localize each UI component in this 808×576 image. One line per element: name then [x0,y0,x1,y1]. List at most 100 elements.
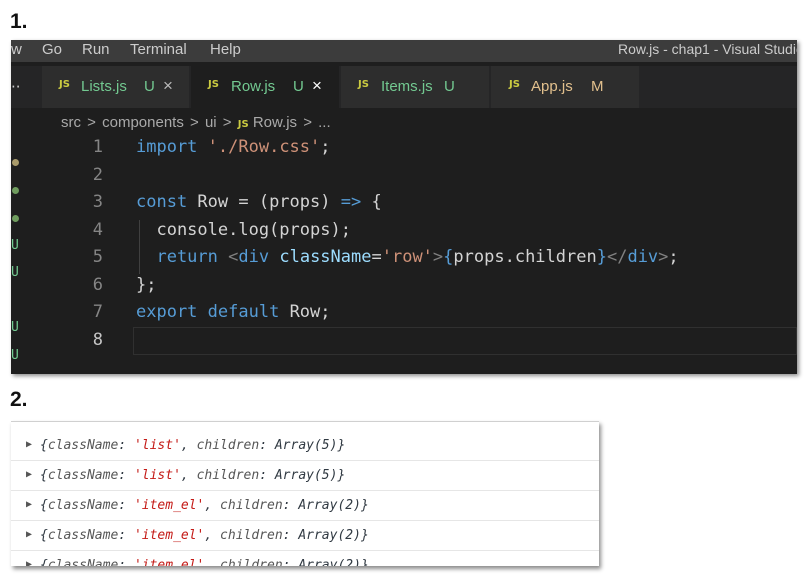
chevron-right-icon: > [87,114,96,131]
object-preview-part: 'item_el' [133,528,205,543]
object-preview-part: { [40,498,48,513]
chevron-right-icon: > [190,114,199,131]
breadcrumb-item[interactable]: components [102,114,184,131]
object-preview-part: Array(2) [298,498,361,513]
object-preview-part: , [204,558,221,566]
object-preview-part: , [180,468,197,483]
code-token: </ [606,247,628,267]
git-status-badge: U [444,78,455,95]
object-preview: {className: 'item_el', children: Array(2… [40,558,369,566]
expand-triangle-icon[interactable]: ▶ [26,469,32,480]
object-preview-part: : [118,468,134,483]
close-icon[interactable]: × [163,76,173,96]
menu-item-help[interactable]: Help [210,41,241,58]
js-file-icon: JS [237,119,249,130]
object-preview-part: children [220,558,283,566]
code-token: div [627,247,659,267]
code-line[interactable]: export default Row; [136,302,331,322]
console-log-entry[interactable]: ▶ {className: 'item_el', children: Array(… [11,490,599,521]
tab-label: Lists.js [81,78,127,95]
line-number: 1 [92,137,103,157]
tab-lists-js[interactable]: JS Lists.js U × [42,66,189,108]
untracked-marker: U [11,348,19,363]
breadcrumb-symbols[interactable]: ... [318,114,331,131]
untracked-marker: U [11,265,19,280]
object-preview-part: , [204,528,221,543]
js-file-icon: JS [509,79,520,90]
breadcrumb-item[interactable]: src [61,114,81,131]
code-token: => [340,192,362,212]
object-preview-part: : [282,558,299,566]
line-number: 8 [92,330,103,350]
close-icon[interactable]: × [312,76,322,96]
object-preview-part: : [118,438,134,453]
line-number: 2 [92,165,103,185]
console-log-entry[interactable]: ▶ {className: 'item_el', children: Array(… [11,520,599,551]
code-line[interactable]: }; [136,275,156,295]
expand-triangle-icon[interactable]: ▶ [26,559,32,566]
line-number: 3 [92,192,103,212]
tab-overflow-icon[interactable]: ·· [11,78,21,96]
breadcrumb-item[interactable]: ui [205,114,217,131]
expand-triangle-icon[interactable]: ▶ [26,529,32,540]
object-preview: {className: 'list', children: Array(5)} [40,468,345,483]
object-preview-part: } [337,468,346,483]
menu-item-terminal[interactable]: Terminal [130,41,187,58]
object-preview-part: className [47,468,119,483]
object-preview-part: : [118,558,134,566]
code-token: './Row.css' [207,137,321,157]
console-log-entry[interactable]: ▶ {className: 'item_el', children: Array(… [11,550,599,566]
code-token: ; [320,137,331,157]
object-preview-part: className [47,528,119,543]
menu-item-view[interactable]: w [11,41,22,58]
object-preview-part: : [259,438,275,453]
object-preview-part: : [118,528,134,543]
tab-label: Row.js [231,78,276,95]
tab-app-js[interactable]: JS App.js M [491,66,639,108]
tab-items-js[interactable]: JS Items.js U [341,66,489,108]
object-preview-part: : [118,498,134,513]
chevron-right-icon: > [222,114,232,131]
js-file-icon: JS [208,79,219,90]
object-preview-part: 'item_el' [133,558,205,566]
breadcrumb-file[interactable]: Row.js [253,114,297,131]
object-preview-part: , [204,498,221,513]
object-preview-part: { [40,438,48,453]
object-preview-part: } [360,498,369,513]
menu-item-go[interactable]: Go [42,41,62,58]
object-preview-part: } [360,558,369,566]
step-2-label: 2. [10,388,28,411]
git-modified-dot-icon [12,159,19,166]
expand-triangle-icon[interactable]: ▶ [26,499,32,510]
git-status-badge: U [293,78,304,95]
tab-row-js[interactable]: JS Row.js U × [191,66,339,108]
code-line[interactable]: import './Row.css'; [136,137,331,157]
git-dot-icon [12,187,19,194]
code-token: div [238,247,270,267]
line-number: 7 [92,302,103,322]
code-token: 'row' [381,247,433,267]
code-token: return [136,247,218,267]
object-preview-part: Array(5) [274,468,338,483]
object-preview-part: } [337,438,346,453]
git-status-badge: U [144,78,155,95]
code-token: Row = (props) [187,192,341,212]
code-line[interactable]: console.log(props); [136,220,350,240]
object-preview-part: className [47,438,119,453]
code-line[interactable]: const Row = (props) => { [136,192,382,212]
code-token: < [228,247,239,267]
code-line[interactable]: return <div className='row'>{props.child… [136,247,678,267]
git-status-badge: M [591,78,604,95]
menu-item-run[interactable]: Run [82,41,110,58]
console-log-entry[interactable]: ▶ {className: 'list', children: Array(5)} [11,430,599,461]
code-token: { [361,192,382,212]
expand-triangle-icon[interactable]: ▶ [26,439,32,450]
line-number: 5 [92,247,103,267]
console-log-entry[interactable]: ▶ {className: 'list', children: Array(5)} [11,460,599,491]
code-token: props.children [453,247,597,267]
code-token: = [371,247,382,267]
